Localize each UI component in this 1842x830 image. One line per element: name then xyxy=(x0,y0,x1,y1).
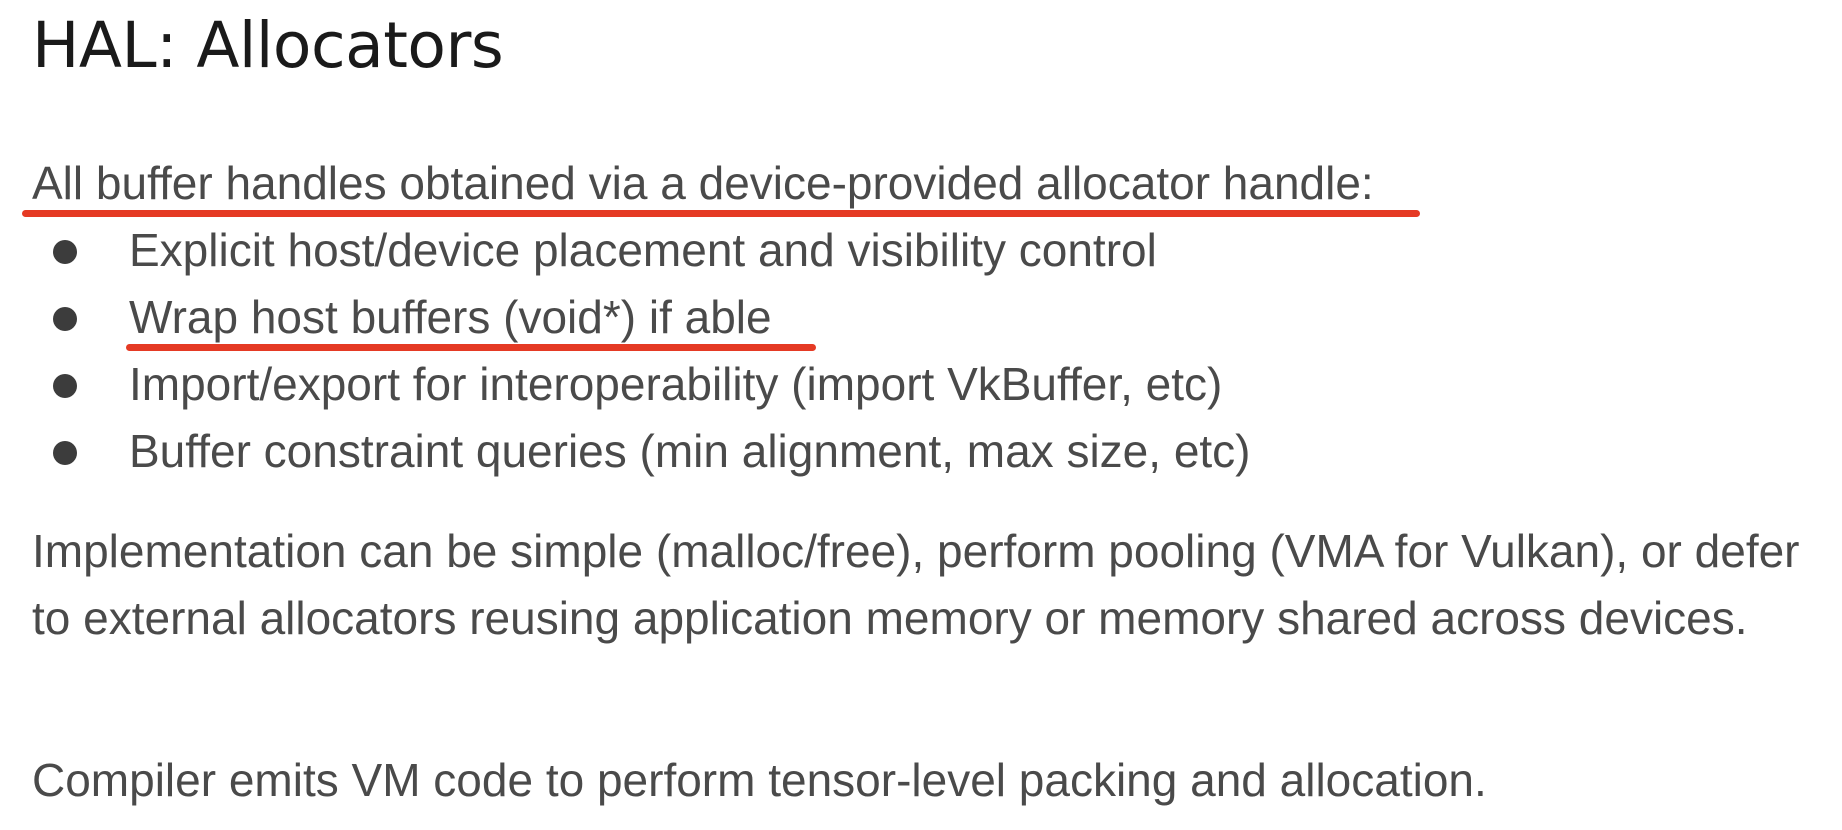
bullet-item-wrap-host-buffers: Wrap host buffers (void*) if able xyxy=(129,291,772,343)
bullet-dot xyxy=(53,441,77,465)
slide-title: HAL: Allocators xyxy=(32,9,504,82)
compiler-paragraph: Compiler emits VM code to perform tensor… xyxy=(32,754,1487,806)
annotation-underline-wrap xyxy=(126,344,816,351)
annotation-underline-intro xyxy=(22,210,1420,217)
intro-text: All buffer handles obtained via a device… xyxy=(32,157,1374,209)
bullet-dot xyxy=(53,307,77,331)
bullet-item-constraint-queries: Buffer constraint queries (min alignment… xyxy=(129,425,1251,477)
bullet-dot xyxy=(53,374,77,398)
bullet-dot xyxy=(53,240,77,264)
bullet-item-import-export: Import/export for interoperability (impo… xyxy=(129,358,1223,410)
bullet-item-placement: Explicit host/device placement and visib… xyxy=(129,224,1157,276)
implementation-paragraph: Implementation can be simple (malloc/fre… xyxy=(32,525,1800,644)
